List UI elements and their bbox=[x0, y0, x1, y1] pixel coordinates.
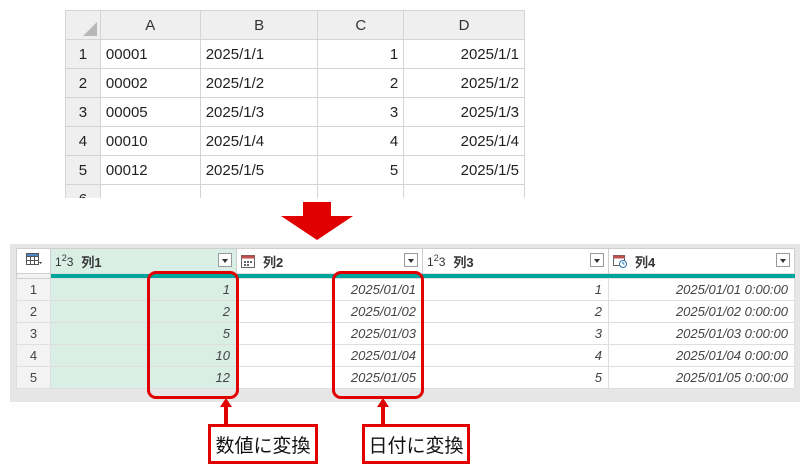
cell-c[interactable]: 1 bbox=[317, 39, 405, 69]
cell-c[interactable]: 2 bbox=[317, 68, 405, 98]
cell-d[interactable]: 2025/1/1 bbox=[403, 39, 525, 69]
column-name: 列1 bbox=[81, 254, 102, 270]
row-header[interactable]: 3 bbox=[65, 97, 101, 127]
column-header-4[interactable]: 列4 bbox=[608, 248, 795, 274]
sheet-row: 1 00001 2025/1/1 1 2025/1/1 bbox=[65, 39, 525, 69]
numeric-highlight-box bbox=[147, 271, 239, 399]
number-icon[interactable]: 123 bbox=[427, 253, 445, 269]
cell-c[interactable] bbox=[317, 184, 405, 198]
sheet-row: 2 00002 2025/1/2 2 2025/1/2 bbox=[65, 68, 525, 98]
row-header[interactable]: 2 bbox=[65, 68, 101, 98]
column-header-3[interactable]: 123 列3 bbox=[422, 248, 609, 274]
cell-a[interactable] bbox=[99, 184, 201, 198]
row-number[interactable]: 1 bbox=[16, 278, 51, 301]
cell-col4[interactable]: 2025/01/03 0:00:00 bbox=[608, 322, 795, 345]
cell-col4[interactable]: 2025/01/01 0:00:00 bbox=[608, 278, 795, 301]
cell-c[interactable]: 5 bbox=[317, 155, 405, 185]
row-number[interactable]: 2 bbox=[16, 300, 51, 323]
date-conversion-callout: 日付に変換 bbox=[362, 424, 470, 464]
cell-a[interactable]: 00005 bbox=[99, 97, 201, 127]
filter-dropdown-button[interactable] bbox=[776, 253, 790, 267]
row-header[interactable]: 1 bbox=[65, 39, 101, 69]
select-all-corner[interactable] bbox=[65, 10, 101, 40]
column-header-a[interactable]: A bbox=[99, 10, 201, 40]
cell-col3[interactable]: 3 bbox=[422, 322, 609, 345]
datetime-icon[interactable] bbox=[613, 254, 627, 268]
cell-col3[interactable]: 5 bbox=[422, 366, 609, 389]
column-header-b[interactable]: B bbox=[199, 10, 319, 40]
cell-d[interactable]: 2025/1/4 bbox=[403, 126, 525, 156]
table-icon bbox=[25, 252, 42, 265]
cell-d[interactable]: 2025/1/5 bbox=[403, 155, 525, 185]
cell-col4[interactable]: 2025/01/04 0:00:00 bbox=[608, 344, 795, 367]
cell-b[interactable]: 2025/1/3 bbox=[199, 97, 319, 127]
table-menu-button[interactable] bbox=[16, 248, 51, 274]
row-number[interactable]: 4 bbox=[16, 344, 51, 367]
excel-sheet: A B C D 1 00001 2025/1/1 1 2025/1/1 2 00… bbox=[65, 10, 525, 198]
column-header-2[interactable]: 列2 bbox=[236, 248, 423, 274]
filter-dropdown-button[interactable] bbox=[218, 253, 232, 267]
down-arrow-icon bbox=[281, 202, 353, 240]
cell-a[interactable]: 00010 bbox=[99, 126, 201, 156]
sheet-row: 3 00005 2025/1/3 3 2025/1/3 bbox=[65, 97, 525, 127]
column-name: 列4 bbox=[635, 254, 656, 270]
number-icon[interactable]: 123 bbox=[55, 253, 73, 269]
cell-b[interactable]: 2025/1/1 bbox=[199, 39, 319, 69]
column-header-c[interactable]: C bbox=[317, 10, 405, 40]
filter-dropdown-button[interactable] bbox=[404, 253, 418, 267]
cell-d[interactable] bbox=[403, 184, 525, 198]
cell-b[interactable] bbox=[199, 184, 319, 198]
cell-b[interactable]: 2025/1/5 bbox=[199, 155, 319, 185]
row-header[interactable]: 5 bbox=[65, 155, 101, 185]
cell-a[interactable]: 00002 bbox=[99, 68, 201, 98]
cell-a[interactable]: 00001 bbox=[99, 39, 201, 69]
column-header-d[interactable]: D bbox=[403, 10, 525, 40]
sheet-row-partial: 6 bbox=[65, 184, 525, 198]
cell-d[interactable]: 2025/1/3 bbox=[403, 97, 525, 127]
row-header[interactable]: 6 bbox=[65, 184, 101, 198]
cell-col3[interactable]: 2 bbox=[422, 300, 609, 323]
row-number[interactable]: 5 bbox=[16, 366, 51, 389]
pq-header-row: 123 列1 列2 123 列3 列4 bbox=[16, 248, 795, 274]
cell-c[interactable]: 3 bbox=[317, 97, 405, 127]
cell-c[interactable]: 4 bbox=[317, 126, 405, 156]
cell-a[interactable]: 00012 bbox=[99, 155, 201, 185]
up-arrow-icon bbox=[220, 398, 232, 426]
column-name: 列2 bbox=[263, 254, 284, 270]
row-header[interactable]: 4 bbox=[65, 126, 101, 156]
cell-col3[interactable]: 4 bbox=[422, 344, 609, 367]
cell-d[interactable]: 2025/1/2 bbox=[403, 68, 525, 98]
column-header-row: A B C D bbox=[65, 10, 525, 40]
sheet-row: 4 00010 2025/1/4 4 2025/1/4 bbox=[65, 126, 525, 156]
cell-col3[interactable]: 1 bbox=[422, 278, 609, 301]
sheet-row: 5 00012 2025/1/5 5 2025/1/5 bbox=[65, 155, 525, 185]
date-highlight-box bbox=[332, 271, 424, 399]
up-arrow-icon bbox=[377, 398, 389, 426]
column-name: 列3 bbox=[453, 254, 474, 270]
date-icon[interactable] bbox=[241, 254, 255, 268]
numeric-conversion-callout: 数値に変換 bbox=[208, 424, 318, 464]
cell-b[interactable]: 2025/1/4 bbox=[199, 126, 319, 156]
column-header-1[interactable]: 123 列1 bbox=[50, 248, 237, 274]
filter-dropdown-button[interactable] bbox=[590, 253, 604, 267]
cell-col4[interactable]: 2025/01/02 0:00:00 bbox=[608, 300, 795, 323]
cell-col4[interactable]: 2025/01/05 0:00:00 bbox=[608, 366, 795, 389]
row-number[interactable]: 3 bbox=[16, 322, 51, 345]
cell-b[interactable]: 2025/1/2 bbox=[199, 68, 319, 98]
